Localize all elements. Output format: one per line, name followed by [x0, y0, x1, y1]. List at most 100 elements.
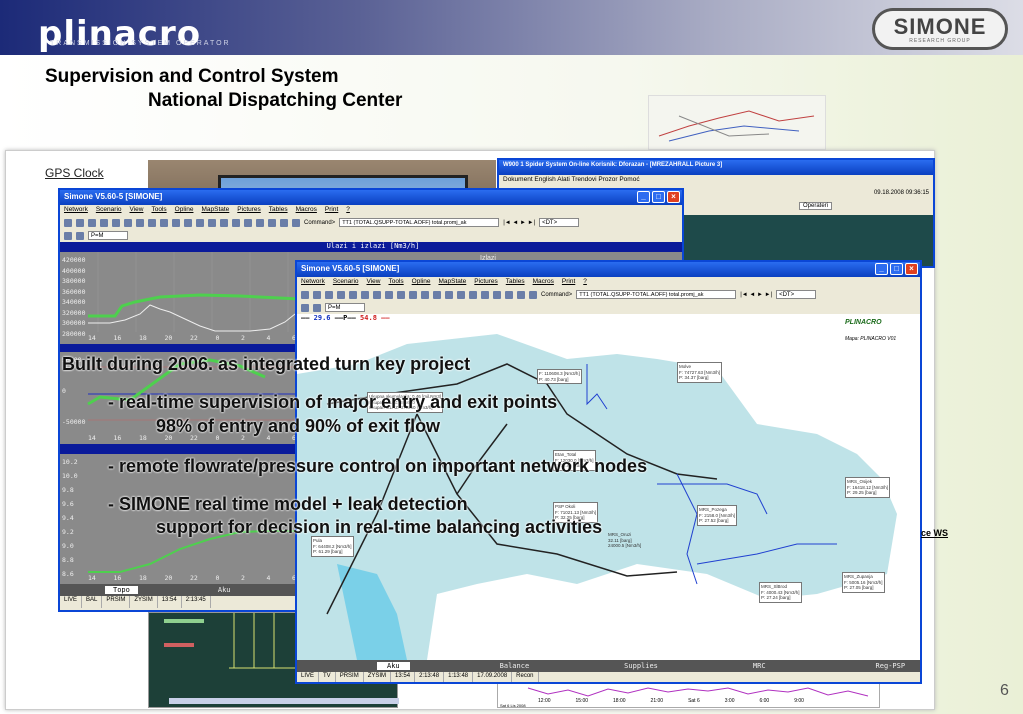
tab-reg-psp[interactable]: Reg-PSP: [876, 662, 906, 670]
command-label: Command>: [541, 291, 573, 298]
menu-item[interactable]: MapState: [438, 278, 466, 285]
menu-item[interactable]: ?: [346, 206, 350, 213]
y-tick-label: 9.6: [62, 500, 74, 508]
trend-x-axis: 12:00 15:00 18:00 21:00 Sat 6 3:00 6:00 9:00: [538, 698, 804, 704]
status-field: LIVE: [297, 672, 320, 682]
bullet-simone-sub: support for decision in real-time balanc…: [156, 517, 603, 537]
x-tick-label: 9:00: [794, 698, 804, 704]
close-button[interactable]: ×: [667, 191, 680, 203]
bullet-remote-control: - remote flowrate/pressure control on im…: [108, 456, 648, 476]
menu-item[interactable]: Pictures: [474, 278, 497, 285]
y-tick-label: 300000: [62, 319, 86, 328]
operator-select[interactable]: Operateri: [799, 202, 833, 210]
menu-item[interactable]: Tables: [506, 278, 525, 285]
y-tick-label: 340000: [62, 298, 86, 307]
menu-item[interactable]: Pictures: [237, 206, 260, 213]
command-label: Command>: [304, 219, 336, 226]
y-tick-label: 320000: [62, 308, 86, 317]
minimize-button[interactable]: _: [875, 263, 888, 275]
map-label-pozega: MRS_Pozega F: 2158.0 [Nm3/h] P: 27.52 [b…: [697, 505, 738, 526]
y-tick-label: 10.2: [62, 458, 78, 466]
map-caption: Mapa: PLINACRO V01: [845, 336, 897, 342]
status-field: 17.09.2008: [473, 672, 513, 682]
window1-menubar: Network Scenario View Tools Opline MapState Pi…: [60, 205, 682, 216]
w900-datetime: 09.18.2008 09:36:15: [873, 189, 929, 196]
minimize-button[interactable]: _: [637, 191, 650, 203]
menu-item[interactable]: Print: [562, 278, 575, 285]
x-tick-label: 21:00: [650, 698, 664, 704]
x-tick-label: 22: [190, 574, 198, 582]
menu-item[interactable]: Macros: [533, 278, 554, 285]
map-logo: PLINACRO: [845, 319, 882, 326]
x-tick-label: 15:00: [575, 698, 589, 704]
x-tick-label: 14: [88, 434, 96, 442]
menu-item[interactable]: Network: [301, 278, 325, 285]
x-tick-label: 18:00: [613, 698, 626, 704]
y-tick-label: 280000: [62, 330, 86, 338]
x-tick-label: 4: [266, 574, 271, 582]
menu-item[interactable]: Opline: [175, 206, 194, 213]
menu-item[interactable]: Scenario: [96, 206, 122, 213]
command-input[interactable]: TT1 (TOTAL.QSUPP-TOTAL.AOFF) total.promj…: [576, 290, 737, 299]
menu-item[interactable]: MapState: [201, 206, 229, 213]
x-tick-label: 22: [190, 334, 198, 342]
map-label-entry: F: 110608.3 [Nm3/h] P: 40.73 [barg]: [537, 369, 582, 384]
bullet-simone-model: - SIMONE real time model + leak detectio…: [108, 494, 468, 514]
menu-item[interactable]: View: [130, 206, 144, 213]
window2-titlebar[interactable]: Simone V5.60-5 [SIMONE] _ □ ×: [297, 262, 920, 277]
status-field: ZYSIM: [130, 596, 158, 608]
y-tick-label: 9.4: [62, 514, 74, 522]
status-field: 2:13:48: [415, 672, 445, 682]
mode-select[interactable]: P=M: [88, 231, 128, 240]
nav-arrows-icon[interactable]: |◄ ◄ ► ►|: [503, 220, 535, 226]
x-tick-label: 16: [113, 334, 122, 342]
x-tick-label: 4: [266, 334, 271, 342]
tab-aku[interactable]: Aku: [377, 662, 410, 670]
menu-item[interactable]: Tables: [269, 206, 288, 213]
tab-supplies[interactable]: Supplies: [624, 662, 658, 670]
x-tick-label: 2: [241, 574, 245, 582]
bullet-intro: Built during 2006. as integrated turn ke…: [62, 354, 471, 374]
dt-select[interactable]: <DT>: [776, 290, 817, 299]
window1-titlebar[interactable]: Simone V5.60-5 [SIMONE] _ □ ×: [60, 190, 682, 205]
tab-mrc[interactable]: MRC: [753, 662, 766, 670]
menu-item[interactable]: Opline: [412, 278, 431, 285]
menu-item[interactable]: Scenario: [333, 278, 359, 285]
window2-menubar: Network Scenario View Tools Opline MapState Pi…: [297, 277, 920, 288]
status-field: ZYSIM: [364, 672, 392, 682]
menu-item[interactable]: Tools: [151, 206, 166, 213]
chart-title: Ulazi i izlazi [Nm3/h]: [60, 242, 682, 252]
map-label-oruzi: MRS_Oruzi 32.11 [barg] 24000.5 [Nm3/h]: [608, 532, 642, 548]
maximize-button[interactable]: □: [652, 191, 665, 203]
mode-select[interactable]: P=M: [325, 303, 365, 312]
nav-arrows-icon[interactable]: |◄ ◄ ► ►|: [740, 292, 772, 298]
window1-tabs: Topo Aku: [60, 584, 300, 596]
map-label-zupanja: MRS_Zupanja F: 5005.16 [Nm3/h] P: 27.05 …: [842, 572, 885, 593]
status-field: Recon: [512, 672, 539, 682]
window1-title: Simone V5.60-5 [SIMONE]: [64, 192, 163, 201]
x-tick-label: 20: [164, 334, 173, 342]
menu-item[interactable]: Macros: [296, 206, 317, 213]
command-input[interactable]: TT1 (TOTAL.QSUPP-TOTAL.AOFF) total.promj…: [339, 218, 500, 227]
menu-item[interactable]: ?: [583, 278, 587, 285]
status-field: 2:13:45: [182, 596, 211, 608]
maximize-button[interactable]: □: [890, 263, 903, 275]
dt-select[interactable]: <DT>: [539, 218, 580, 227]
plinacro-logo: plinacro: [38, 14, 202, 54]
x-tick-label: 0: [215, 334, 220, 342]
menu-item[interactable]: Tools: [388, 278, 403, 285]
map-label-pula: Pula F: 64408.2 [Nm3/h] P: 61.29 [barg]: [311, 536, 354, 557]
menu-item[interactable]: Print: [325, 206, 338, 213]
tab-aku[interactable]: Aku: [218, 586, 231, 594]
close-button[interactable]: ×: [905, 263, 918, 275]
w900-menu[interactable]: Dokument English Alati Trendovi Prozor P…: [499, 175, 933, 186]
tab-topo[interactable]: Topo: [105, 586, 138, 594]
menu-item[interactable]: View: [367, 278, 381, 285]
menu-item[interactable]: Network: [64, 206, 88, 213]
x-tick-label: 12:00: [538, 698, 551, 704]
tab-balance[interactable]: Balance: [500, 662, 530, 670]
w900-titlebar: W900 1 Spider System On-line Korisnik: D…: [499, 160, 933, 175]
network-map-thumbnail: [648, 95, 826, 150]
y-tick-label: 0: [62, 387, 66, 395]
ws-link[interactable]: ce WS: [921, 528, 948, 538]
